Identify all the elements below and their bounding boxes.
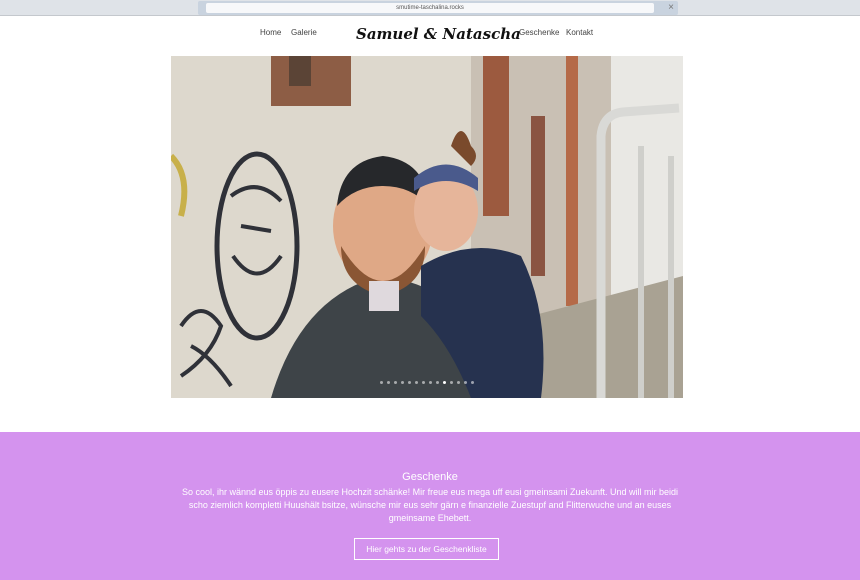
- slide-indicator-dot[interactable]: [408, 381, 411, 384]
- address-bar[interactable]: smutime-taschalina.rocks ×: [198, 1, 678, 15]
- hero-photo: [171, 56, 683, 398]
- browser-toolbar: smutime-taschalina.rocks ×: [0, 0, 860, 16]
- slide-indicator-dot[interactable]: [415, 381, 418, 384]
- slideshow-indicators: [171, 381, 683, 384]
- gifts-heading: Geschenke: [402, 471, 458, 483]
- slide-indicator-dot[interactable]: [436, 381, 439, 384]
- site-logo[interactable]: Samuel & Natascha: [356, 24, 521, 44]
- slide-indicator-dot[interactable]: [464, 381, 467, 384]
- slide-indicator-dot[interactable]: [471, 381, 474, 384]
- gifts-section: Geschenke So cool, ihr wännd eus öppis z…: [0, 432, 860, 580]
- slide-indicator-dot[interactable]: [457, 381, 460, 384]
- slide-indicator-dot[interactable]: [422, 381, 425, 384]
- site-navigation: Home Galerie Samuel & Natascha Geschenke…: [0, 16, 860, 54]
- slide-indicator-dot[interactable]: [450, 381, 453, 384]
- nav-link-home[interactable]: Home: [260, 28, 281, 38]
- slide-indicator-dot[interactable]: [443, 381, 446, 384]
- close-icon[interactable]: ×: [668, 1, 674, 15]
- slide-indicator-dot[interactable]: [394, 381, 397, 384]
- gifts-description: So cool, ihr wännd eus öppis zu eusere H…: [181, 487, 679, 523]
- slide-indicator-dot[interactable]: [380, 381, 383, 384]
- slide-indicator-dot[interactable]: [401, 381, 404, 384]
- nav-link-gifts[interactable]: Geschenke: [519, 28, 559, 38]
- address-bar-url[interactable]: smutime-taschalina.rocks: [206, 3, 654, 13]
- gift-list-button[interactable]: Hier gehts zu der Geschenkliste: [354, 538, 499, 560]
- hero-slideshow[interactable]: [171, 56, 683, 398]
- nav-link-contact[interactable]: Kontakt: [566, 28, 593, 38]
- nav-link-gallery[interactable]: Galerie: [291, 28, 317, 38]
- slide-indicator-dot[interactable]: [387, 381, 390, 384]
- slide-indicator-dot[interactable]: [429, 381, 432, 384]
